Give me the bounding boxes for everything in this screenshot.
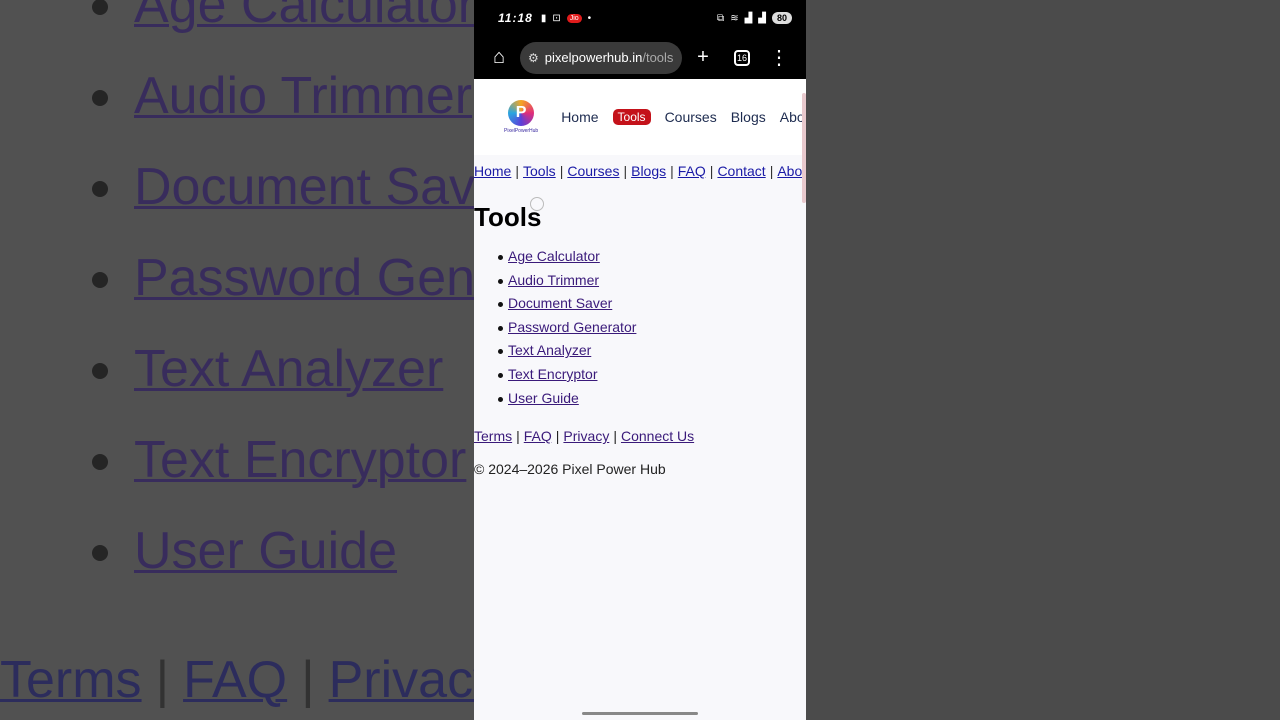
list-item: Text Encryptor xyxy=(474,363,806,387)
breadcrumb-faq[interactable]: FAQ xyxy=(678,163,706,179)
url-host: pixelpowerhub.in xyxy=(544,50,643,65)
breadcrumb-courses[interactable]: Courses xyxy=(567,163,619,179)
more-menu-icon[interactable]: ⋮ xyxy=(764,45,794,70)
footer-links: Terms | FAQ | Privacy | Connect Us xyxy=(474,428,695,445)
dot-icon: • xyxy=(587,12,592,24)
list-item: Document Saver xyxy=(474,292,806,316)
signal-icon: ▮ xyxy=(540,12,547,24)
gesture-home-bar[interactable] xyxy=(582,712,698,715)
tab-switcher-button[interactable]: 16 xyxy=(734,49,750,66)
backdrop-right-panel xyxy=(806,0,1280,720)
cast-icon: ⧉ xyxy=(717,12,725,24)
cell-signal-2-icon: ▟ xyxy=(758,12,766,24)
carrier-badge: Jio xyxy=(566,13,582,23)
nav-courses[interactable]: Courses xyxy=(665,109,717,125)
tools-list: Age Calculator Audio Trimmer Document Sa… xyxy=(474,245,806,410)
browser-toolbar: ⌂ ⚙ pixelpowerhub.in/tools + 16 ⋮ xyxy=(474,36,806,79)
list-item: Password Generator xyxy=(474,316,806,340)
tool-link-password-generator[interactable]: Password Generator xyxy=(508,319,636,335)
list-item: Text Analyzer xyxy=(474,339,806,363)
page-content: Home | Tools | Courses | Blogs | FAQ | Contact | Abo… xyxy=(474,159,806,477)
breadcrumb: Home | Tools | Courses | Blogs | FAQ | Contact | Abo… xyxy=(474,159,806,183)
home-icon[interactable]: ⌂ xyxy=(484,46,514,69)
tool-link-document-saver[interactable]: Document Saver xyxy=(508,295,612,311)
footer-terms[interactable]: Terms xyxy=(474,428,512,444)
screen-record-icon: ⊡ xyxy=(552,12,561,24)
list-item: Audio Trimmer xyxy=(474,269,806,293)
site-header: P PixelPowerHub Home Tools Courses Blogs… xyxy=(474,79,806,203)
status-left-icons: ▮ ⊡ Jio • xyxy=(541,13,591,24)
tool-link-audio-trimmer[interactable]: Audio Trimmer xyxy=(508,272,599,288)
battery-indicator: 80 xyxy=(771,12,792,24)
status-time: 11:18 xyxy=(498,11,533,25)
footer-faq[interactable]: FAQ xyxy=(524,428,552,444)
nav-tools[interactable]: Tools xyxy=(612,109,651,125)
nav-blogs[interactable]: Blogs xyxy=(731,109,766,125)
list-item: Age Calculator xyxy=(474,245,806,269)
status-bar: 11:18 ▮ ⊡ Jio • ⧉ ≋ ▟ ▟ 80 xyxy=(474,0,806,36)
tool-link-text-analyzer[interactable]: Text Analyzer xyxy=(508,342,591,358)
logo-text: PixelPowerHub xyxy=(504,128,539,134)
page-title: Tools xyxy=(474,197,806,237)
status-right-icons: ⧉ ≋ ▟ ▟ 80 xyxy=(717,12,792,24)
main-nav: Home Tools Courses Blogs About xyxy=(561,109,806,125)
new-tab-icon[interactable]: + xyxy=(688,46,718,69)
scrollbar[interactable] xyxy=(802,93,806,203)
breadcrumb-tools[interactable]: Tools xyxy=(523,163,556,179)
tool-link-age-calculator[interactable]: Age Calculator xyxy=(508,248,600,264)
site-settings-icon[interactable]: ⚙ xyxy=(528,51,539,65)
wifi-icon: ≋ xyxy=(730,12,739,24)
cell-signal-icon: ▟ xyxy=(744,12,753,24)
tool-link-text-encryptor[interactable]: Text Encryptor xyxy=(508,366,597,382)
address-bar[interactable]: ⚙ pixelpowerhub.in/tools xyxy=(520,41,682,74)
backdrop-shade xyxy=(0,0,474,720)
loading-spinner-icon xyxy=(530,197,544,211)
phone-screen: 11:18 ▮ ⊡ Jio • ⧉ ≋ ▟ ▟ 80 ⌂ ⚙ pixelpowe… xyxy=(474,0,806,720)
breadcrumb-blogs[interactable]: Blogs xyxy=(631,163,666,179)
site-logo[interactable]: P PixelPowerHub xyxy=(504,97,538,137)
list-item: User Guide xyxy=(474,387,806,411)
copyright: © 2024–2026 Pixel Power Hub xyxy=(474,461,666,478)
tool-link-user-guide[interactable]: User Guide xyxy=(508,390,579,406)
nav-home[interactable]: Home xyxy=(561,109,598,125)
url-path: /tools xyxy=(642,50,674,65)
footer-connect-us[interactable]: Connect Us xyxy=(621,428,694,444)
footer-privacy[interactable]: Privacy xyxy=(563,428,609,444)
breadcrumb-home[interactable]: Home xyxy=(474,163,511,179)
logo-mark-icon: P xyxy=(508,100,535,126)
breadcrumb-contact[interactable]: Contact xyxy=(717,163,765,179)
